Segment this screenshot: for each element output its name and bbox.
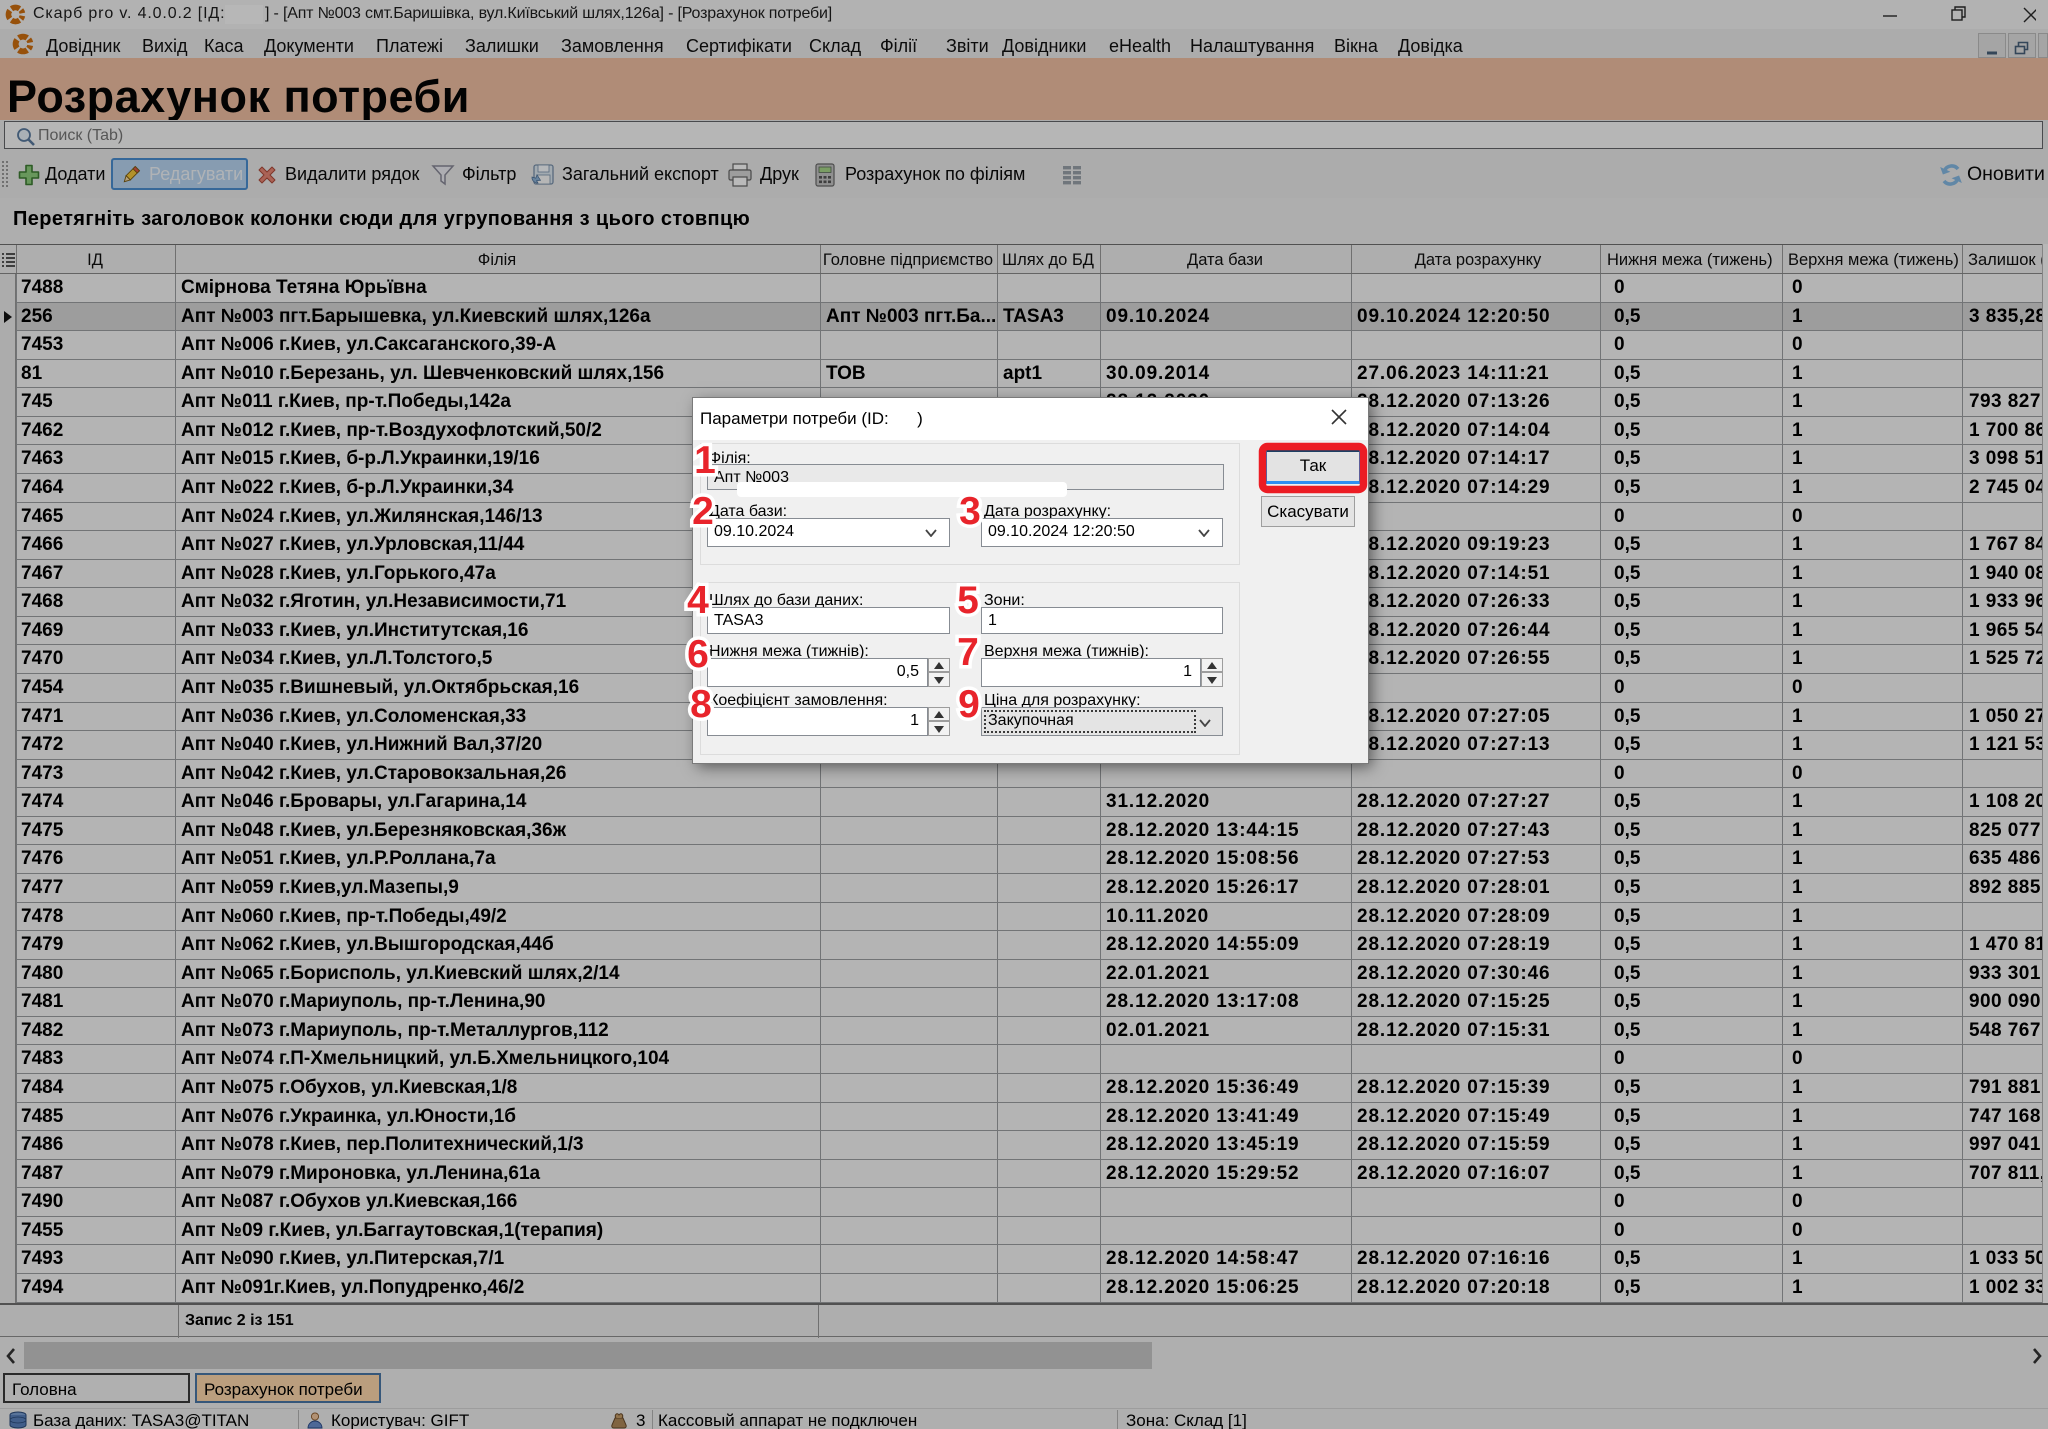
svg-text:2: 2: [692, 490, 714, 533]
svg-text:7: 7: [957, 631, 979, 674]
svg-text:3: 3: [959, 490, 981, 533]
svg-text:5: 5: [957, 579, 979, 622]
svg-text:6: 6: [687, 633, 709, 676]
svg-text:4: 4: [687, 579, 709, 622]
svg-text:8: 8: [690, 683, 712, 726]
svg-text:9: 9: [958, 683, 980, 726]
svg-text:1: 1: [694, 439, 716, 482]
